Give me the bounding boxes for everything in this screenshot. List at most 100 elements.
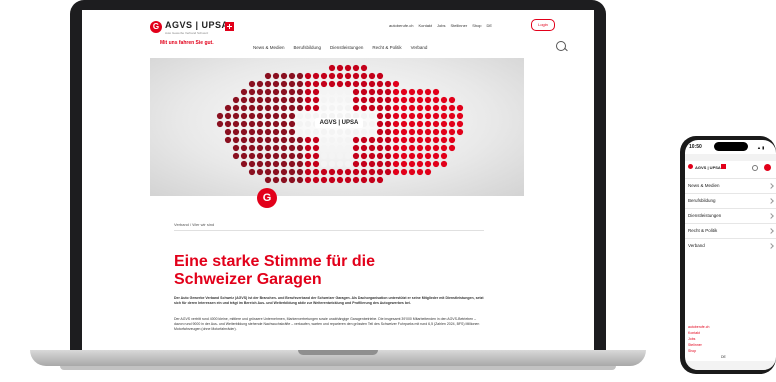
map-dot	[272, 120, 280, 128]
map-dot	[264, 72, 272, 80]
map-dot	[400, 104, 408, 112]
map-dot	[288, 160, 296, 168]
map-dot	[320, 104, 328, 112]
phone-language-selector[interactable]: DE	[721, 355, 726, 359]
map-dot	[312, 88, 320, 96]
phone-close-icon[interactable]	[764, 164, 771, 171]
map-dot	[344, 96, 352, 104]
map-dot	[368, 128, 376, 136]
map-dot	[448, 120, 456, 128]
map-dot	[384, 144, 392, 152]
map-dot	[336, 168, 344, 176]
map-dot	[296, 80, 304, 88]
swiss-flag-icon	[225, 22, 234, 31]
phone-link-shop[interactable]: Shop	[688, 348, 709, 354]
map-dot	[424, 144, 432, 152]
map-dot	[248, 152, 256, 160]
map-dot	[232, 136, 240, 144]
map-dot	[312, 160, 320, 168]
map-dot	[232, 120, 240, 128]
map-dot	[344, 144, 352, 152]
map-dot	[400, 144, 408, 152]
map-dot	[272, 144, 280, 152]
util-link-stellinner[interactable]: Stellinner	[451, 23, 468, 28]
nav-item-news[interactable]: News & Medien	[253, 45, 285, 50]
map-dot	[344, 152, 352, 160]
nav-item-recht-politik[interactable]: Recht & Politik	[372, 45, 401, 50]
map-dot	[424, 168, 432, 176]
map-dot	[424, 112, 432, 120]
util-link-shop[interactable]: Shop	[472, 23, 481, 28]
map-dot	[320, 176, 328, 184]
language-selector[interactable]: DE	[487, 23, 493, 28]
map-dot	[224, 136, 232, 144]
map-dot	[256, 144, 264, 152]
map-dot	[328, 72, 336, 80]
map-dot	[280, 88, 288, 96]
phone-menu-dienstleistungen[interactable]: Dienstleistungen	[685, 208, 776, 223]
util-link-jobs[interactable]: Jobs	[437, 23, 445, 28]
map-dot	[320, 160, 328, 168]
phone-menu-news[interactable]: News & Medien	[685, 178, 776, 193]
map-dot	[360, 96, 368, 104]
map-dot	[448, 96, 456, 104]
phone-menu-verband[interactable]: Verband	[685, 238, 776, 253]
phone-logo-icon[interactable]	[688, 164, 693, 169]
util-link-autoberufe[interactable]: autoberufe.ch	[389, 23, 413, 28]
map-dot	[248, 160, 256, 168]
nav-item-dienstleistungen[interactable]: Dienstleistungen	[330, 45, 363, 50]
map-dot	[432, 88, 440, 96]
map-dot	[336, 72, 344, 80]
map-dot	[288, 168, 296, 176]
phone-browser-toolbar	[685, 361, 776, 370]
map-dot	[304, 168, 312, 176]
map-dot	[224, 104, 232, 112]
map-dot	[376, 144, 384, 152]
map-dot	[328, 96, 336, 104]
map-dot	[376, 176, 384, 184]
map-dot	[296, 144, 304, 152]
login-button[interactable]: Login	[531, 19, 555, 31]
map-dot	[328, 176, 336, 184]
map-dot	[424, 152, 432, 160]
map-dot	[240, 96, 248, 104]
map-dot	[264, 160, 272, 168]
breadcrumb[interactable]: Verband / Wer wir sind	[174, 222, 214, 227]
laptop-notch	[298, 350, 378, 355]
phone-time: 10:50	[689, 144, 702, 150]
map-dot	[288, 72, 296, 80]
map-dot	[264, 136, 272, 144]
phone-menu-berufsbildung[interactable]: Berufsbildung	[685, 193, 776, 208]
map-dot	[256, 120, 264, 128]
map-dot	[328, 168, 336, 176]
map-dot	[456, 104, 464, 112]
map-dot	[352, 168, 360, 176]
map-dot	[312, 80, 320, 88]
map-dot	[368, 96, 376, 104]
phone-logo-text[interactable]: AGVS | UPSA	[695, 165, 721, 170]
map-dot	[376, 152, 384, 160]
map-dot	[296, 136, 304, 144]
map-dot	[360, 152, 368, 160]
map-dot	[296, 128, 304, 136]
search-icon[interactable]	[556, 41, 566, 51]
map-dot	[456, 120, 464, 128]
phone-menu-recht-politik[interactable]: Recht & Politik	[685, 223, 776, 238]
util-link-kontakt[interactable]: Kontakt	[418, 23, 432, 28]
brand-logo-icon[interactable]: G	[150, 21, 162, 33]
map-dot	[320, 72, 328, 80]
nav-item-verband[interactable]: Verband	[411, 45, 428, 50]
map-dot	[416, 168, 424, 176]
map-dot	[352, 144, 360, 152]
phone-search-icon[interactable]	[752, 165, 758, 171]
map-dot	[392, 144, 400, 152]
map-dot	[248, 120, 256, 128]
body-paragraph: Der AGVS vertritt rund 4000 kleine, mitt…	[174, 317, 480, 331]
map-dot	[304, 136, 312, 144]
nav-item-berufsbildung[interactable]: Berufsbildung	[294, 45, 322, 50]
map-dot	[432, 112, 440, 120]
brand-logo-text[interactable]: AGVS | UPSA	[165, 20, 229, 30]
map-dot	[392, 160, 400, 168]
map-dot	[272, 176, 280, 184]
map-dot	[320, 136, 328, 144]
